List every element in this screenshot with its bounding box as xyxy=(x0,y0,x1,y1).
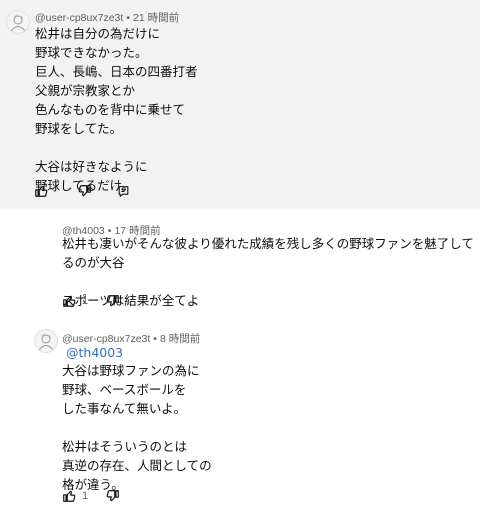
dislike-button[interactable] xyxy=(102,485,124,507)
comment-actions: 1 xyxy=(58,485,124,507)
thumbs-down-icon xyxy=(106,295,119,307)
thumbs-up-icon xyxy=(63,490,76,502)
avatar-sketch-icon xyxy=(38,333,54,351)
comment-time[interactable]: 21 時間前 xyxy=(133,12,179,24)
comment-text: 松井も凄いがそんな彼より優れた成績を残し多くの野球ファンを魅了してるのが大谷 ス… xyxy=(62,236,474,308)
thumbs-up-icon xyxy=(35,185,48,197)
comment-author[interactable]: @user-cp8ux7ze3t xyxy=(35,12,123,24)
dislike-button[interactable] xyxy=(74,180,96,202)
thumbs-down-icon xyxy=(78,185,91,197)
comment-time[interactable]: 8 時間前 xyxy=(160,333,200,345)
mention-link[interactable]: @th4003 xyxy=(66,343,123,362)
dislike-button[interactable] xyxy=(102,290,124,312)
comment-meta: @user-cp8ux7ze3t • 21 時間前 xyxy=(35,10,179,25)
comment-actions xyxy=(30,180,134,202)
like-button[interactable] xyxy=(30,180,52,202)
meta-separator: • xyxy=(153,333,157,345)
like-button[interactable] xyxy=(58,485,80,507)
avatar-sketch-icon xyxy=(10,14,26,32)
avatar[interactable] xyxy=(6,10,30,34)
avatar[interactable] xyxy=(34,329,58,353)
comment-actions: 1 xyxy=(58,290,124,312)
comment-text: 松井は自分の為だけに 野球できなかった。 巨人、長嶋、日本の四番打者 父親が宗教… xyxy=(35,26,198,193)
meta-separator: • xyxy=(126,12,130,24)
reply-comment-icon xyxy=(118,185,128,197)
like-count: 1 xyxy=(82,490,89,502)
comment-text: 大谷は野球ファンの為に 野球、ベースボールを した事なんて無いよ。 松井はそうい… xyxy=(62,363,212,492)
like-count: 1 xyxy=(82,295,89,307)
like-button[interactable] xyxy=(58,290,80,312)
comment-1: @user-cp8ux7ze3t • 21 時間前 松井は自分の為だけに 野球できな… xyxy=(0,0,480,209)
reply-button[interactable] xyxy=(112,180,134,202)
thumbs-down-icon xyxy=(106,490,119,502)
comment-2: @th4003 • 17 時間前 松井も凄いがそんな彼より優れた成績を残し多くの野球… xyxy=(0,209,480,317)
thumbs-up-icon xyxy=(63,295,76,307)
comment-3: @user-cp8ux7ze3t • 8 時間前 @th4003 大谷は野球ファンの… xyxy=(0,317,480,506)
